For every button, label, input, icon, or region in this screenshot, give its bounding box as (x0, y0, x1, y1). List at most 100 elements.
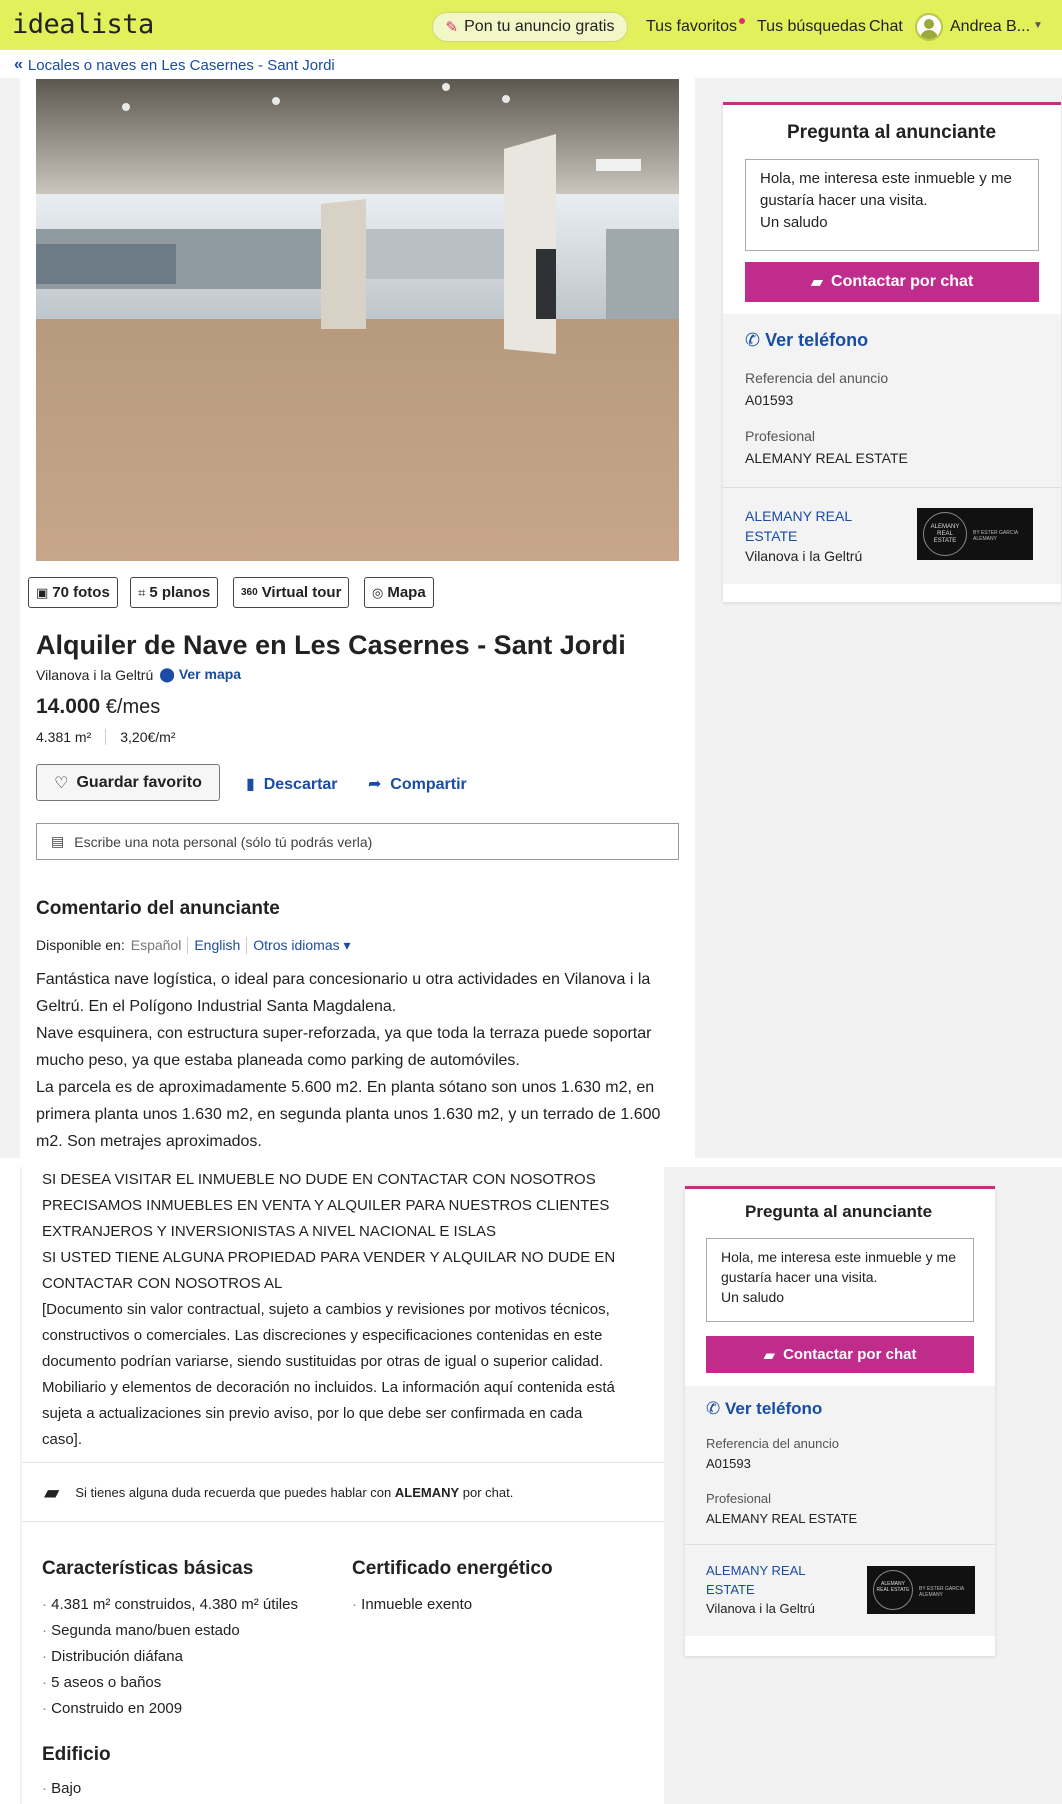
comment-line: documento podrían variarse, siendo susti… (42, 1353, 604, 1370)
agency-link[interactable]: ALEMANY REAL ESTATE (706, 1561, 805, 1599)
listing-location: Vilanova i la Geltrú ⬤ Ver mapa (36, 666, 241, 683)
message-line: Hola, me interesa este inmueble y me (760, 170, 1012, 187)
language-selector: Disponible en: Español English Otros idi… (36, 937, 351, 954)
publish-ad-button[interactable]: ✎ Pon tu anuncio gratis (432, 12, 628, 42)
save-favorite-button[interactable]: ♡ Guardar favorito (36, 764, 220, 801)
trash-icon: ▮ (246, 776, 255, 793)
view-phone-link[interactable]: ✆ Ver teléfono (745, 330, 868, 351)
personal-note-input[interactable]: ▤ Escribe una nota personal (sólo tú pod… (36, 823, 679, 860)
comment-line: sujeta a actualizaciones sin previo avis… (42, 1405, 583, 1422)
feature-item: 5 aseos o baños (42, 1674, 161, 1691)
360-icon: 360 (241, 587, 258, 598)
agency-city: Vilanova i la Geltrú (706, 1601, 815, 1616)
chat-reminder-text: Si tienes alguna duda recuerda que puede… (75, 1485, 513, 1500)
main-photo[interactable] (36, 79, 679, 561)
view-map-link[interactable]: ⬤ Ver mapa (159, 666, 241, 683)
photos-label: 70 fotos (52, 584, 110, 601)
energy-item: Inmueble exento (352, 1596, 472, 1613)
map-button[interactable]: ◎ Mapa (364, 577, 434, 608)
reference-value: A01593 (745, 392, 794, 408)
message-line: gustaría hacer una visita. (760, 192, 928, 209)
contact-heading: Pregunta al anunciante (745, 1202, 933, 1221)
listing-title: Alquiler de Nave en Les Casernes - Sant … (36, 630, 626, 660)
plans-button[interactable]: ⌗ 5 planos (130, 577, 219, 608)
price-value: 14.000 (36, 695, 101, 718)
agency-link[interactable]: ALEMANY REAL ESTATE (745, 506, 852, 546)
professional-label: Profesional (745, 428, 816, 444)
share-link[interactable]: ➦ Compartir (368, 774, 467, 794)
agency-logo[interactable]: ALEMANY REAL ESTATE BY ESTER GARCIA ALEM… (917, 508, 1033, 560)
agency-logo-text: ALEMANY REAL ESTATE (930, 524, 960, 544)
floorplan-icon: ⌗ (138, 584, 146, 600)
contact-heading: Pregunta al anunciante (787, 122, 997, 143)
comment-line: PRECISAMOS INMUEBLES EN VENTA Y ALQUILER… (42, 1197, 610, 1214)
comment-line: [Documento sin valor contractual, sujeto… (42, 1301, 610, 1318)
publish-ad-label: Pon tu anuncio gratis (464, 18, 615, 35)
virtual-tour-label: Virtual tour (261, 584, 342, 601)
user-menu-link[interactable]: Andrea B... (950, 18, 1030, 36)
comment-line: CONTACTAR CON NOSOTROS AL (42, 1275, 283, 1292)
breadcrumb[interactable]: « Locales o naves en Les Casernes - Sant… (14, 56, 335, 74)
chevron-down-icon[interactable]: ▼ (1033, 20, 1043, 31)
contact-card: Pregunta al anunciante Hola, me interesa… (723, 102, 1061, 602)
agency-logo-subtext: BY ESTER GARCIA ALEMANY (973, 530, 1018, 542)
feature-item: 4.381 m² construidos, 4.380 m² útiles (42, 1596, 298, 1613)
discard-label: Descartar (263, 776, 338, 793)
photos-button[interactable]: ▣ 70 fotos (28, 577, 118, 608)
comment-line: caso]. (42, 1431, 83, 1448)
note-icon: ▤ (51, 833, 65, 849)
location-pin-icon: ◎ (372, 584, 384, 600)
contact-chat-button[interactable]: ▰ Contactar por chat (745, 262, 1039, 302)
caret-down-icon: ▾ (343, 937, 351, 953)
language-english-link[interactable]: English (187, 937, 240, 954)
listing-details: 4.381 m² 3,20€/m² (36, 729, 176, 745)
message-textarea[interactable]: Hola, me interesa este inmueble y me gus… (706, 1238, 974, 1322)
user-avatar-icon[interactable] (915, 13, 943, 41)
professional-value: ALEMANY REAL ESTATE (706, 1511, 858, 1526)
favorites-link[interactable]: Tus favoritos (646, 18, 745, 36)
top-navigation-bar: idealista ✎ Pon tu anuncio gratis Tus fa… (0, 0, 1062, 50)
feature-item: Segunda mano/buen estado (42, 1622, 240, 1639)
discard-link[interactable]: ▮ Descartar (246, 774, 338, 794)
map-pin-icon: ⬤ (159, 666, 175, 682)
area-value: 4.381 m² (36, 729, 92, 745)
divider (723, 487, 1061, 488)
message-line: gustaría hacer una visita. (721, 1269, 878, 1285)
chat-link[interactable]: Chat (869, 18, 903, 36)
other-languages-label: Otros idiomas (253, 937, 340, 953)
comment-line: constructivos o comerciales. Las discrec… (42, 1327, 603, 1344)
virtual-tour-button[interactable]: 360 Virtual tour (233, 577, 350, 608)
contact-chat-label: Contactar por chat (831, 273, 974, 290)
favorites-label: Tus favoritos (646, 18, 737, 35)
professional-label: Profesional (706, 1491, 772, 1506)
chat-bubble-icon: ▰ (763, 1346, 776, 1364)
message-line: Un saludo (721, 1289, 785, 1305)
comment-line: EXTRANJEROS Y INVERSIONISTAS A NIVEL NAC… (42, 1223, 497, 1240)
contact-chat-button[interactable]: ▰ Contactar por chat (706, 1336, 974, 1373)
chat-bubble-icon: ▰ (810, 274, 824, 291)
comment-line: Mobiliario y elementos de decoración no … (42, 1379, 615, 1396)
other-languages-dropdown[interactable]: Otros idiomas ▾ (246, 937, 351, 954)
breadcrumb-link[interactable]: Locales o naves en Les Casernes - Sant J… (28, 57, 335, 74)
available-in-label: Disponible en: (36, 937, 125, 953)
comment-heading: Comentario del anunciante (36, 898, 280, 919)
image-icon: ▣ (36, 584, 49, 600)
phone-icon: ✆ (745, 330, 761, 350)
basic-features-heading: Características básicas (42, 1558, 254, 1579)
map-label: Mapa (387, 584, 426, 601)
idealista-logo[interactable]: idealista (12, 9, 154, 40)
phone-icon: ✆ (706, 1399, 721, 1418)
searches-link[interactable]: Tus búsquedas (757, 18, 866, 36)
card-accent-line (685, 1186, 995, 1189)
view-phone-link[interactable]: ✆ Ver teléfono (706, 1399, 822, 1419)
comment-line: La parcela es de aproximadamente 5.600 m… (36, 1079, 655, 1096)
comment-line: mucho peso, ya que estaba planeada como … (36, 1052, 520, 1069)
professional-value: ALEMANY REAL ESTATE (745, 450, 908, 466)
chat-icon: ▰ (44, 1481, 60, 1504)
agency-logo[interactable]: ALEMANY REAL ESTATE BY ESTER GARCIA ALEM… (867, 1566, 975, 1614)
notification-dot-icon (739, 18, 745, 24)
contact-card: Pregunta al anunciante Hola, me interesa… (685, 1186, 995, 1656)
agency-name-line: ALEMANY REAL (706, 1563, 806, 1578)
message-textarea[interactable]: Hola, me interesa este inmueble y me gus… (745, 159, 1039, 251)
comment-line: primera planta unos 1.630 m2, en segunda… (36, 1106, 661, 1123)
